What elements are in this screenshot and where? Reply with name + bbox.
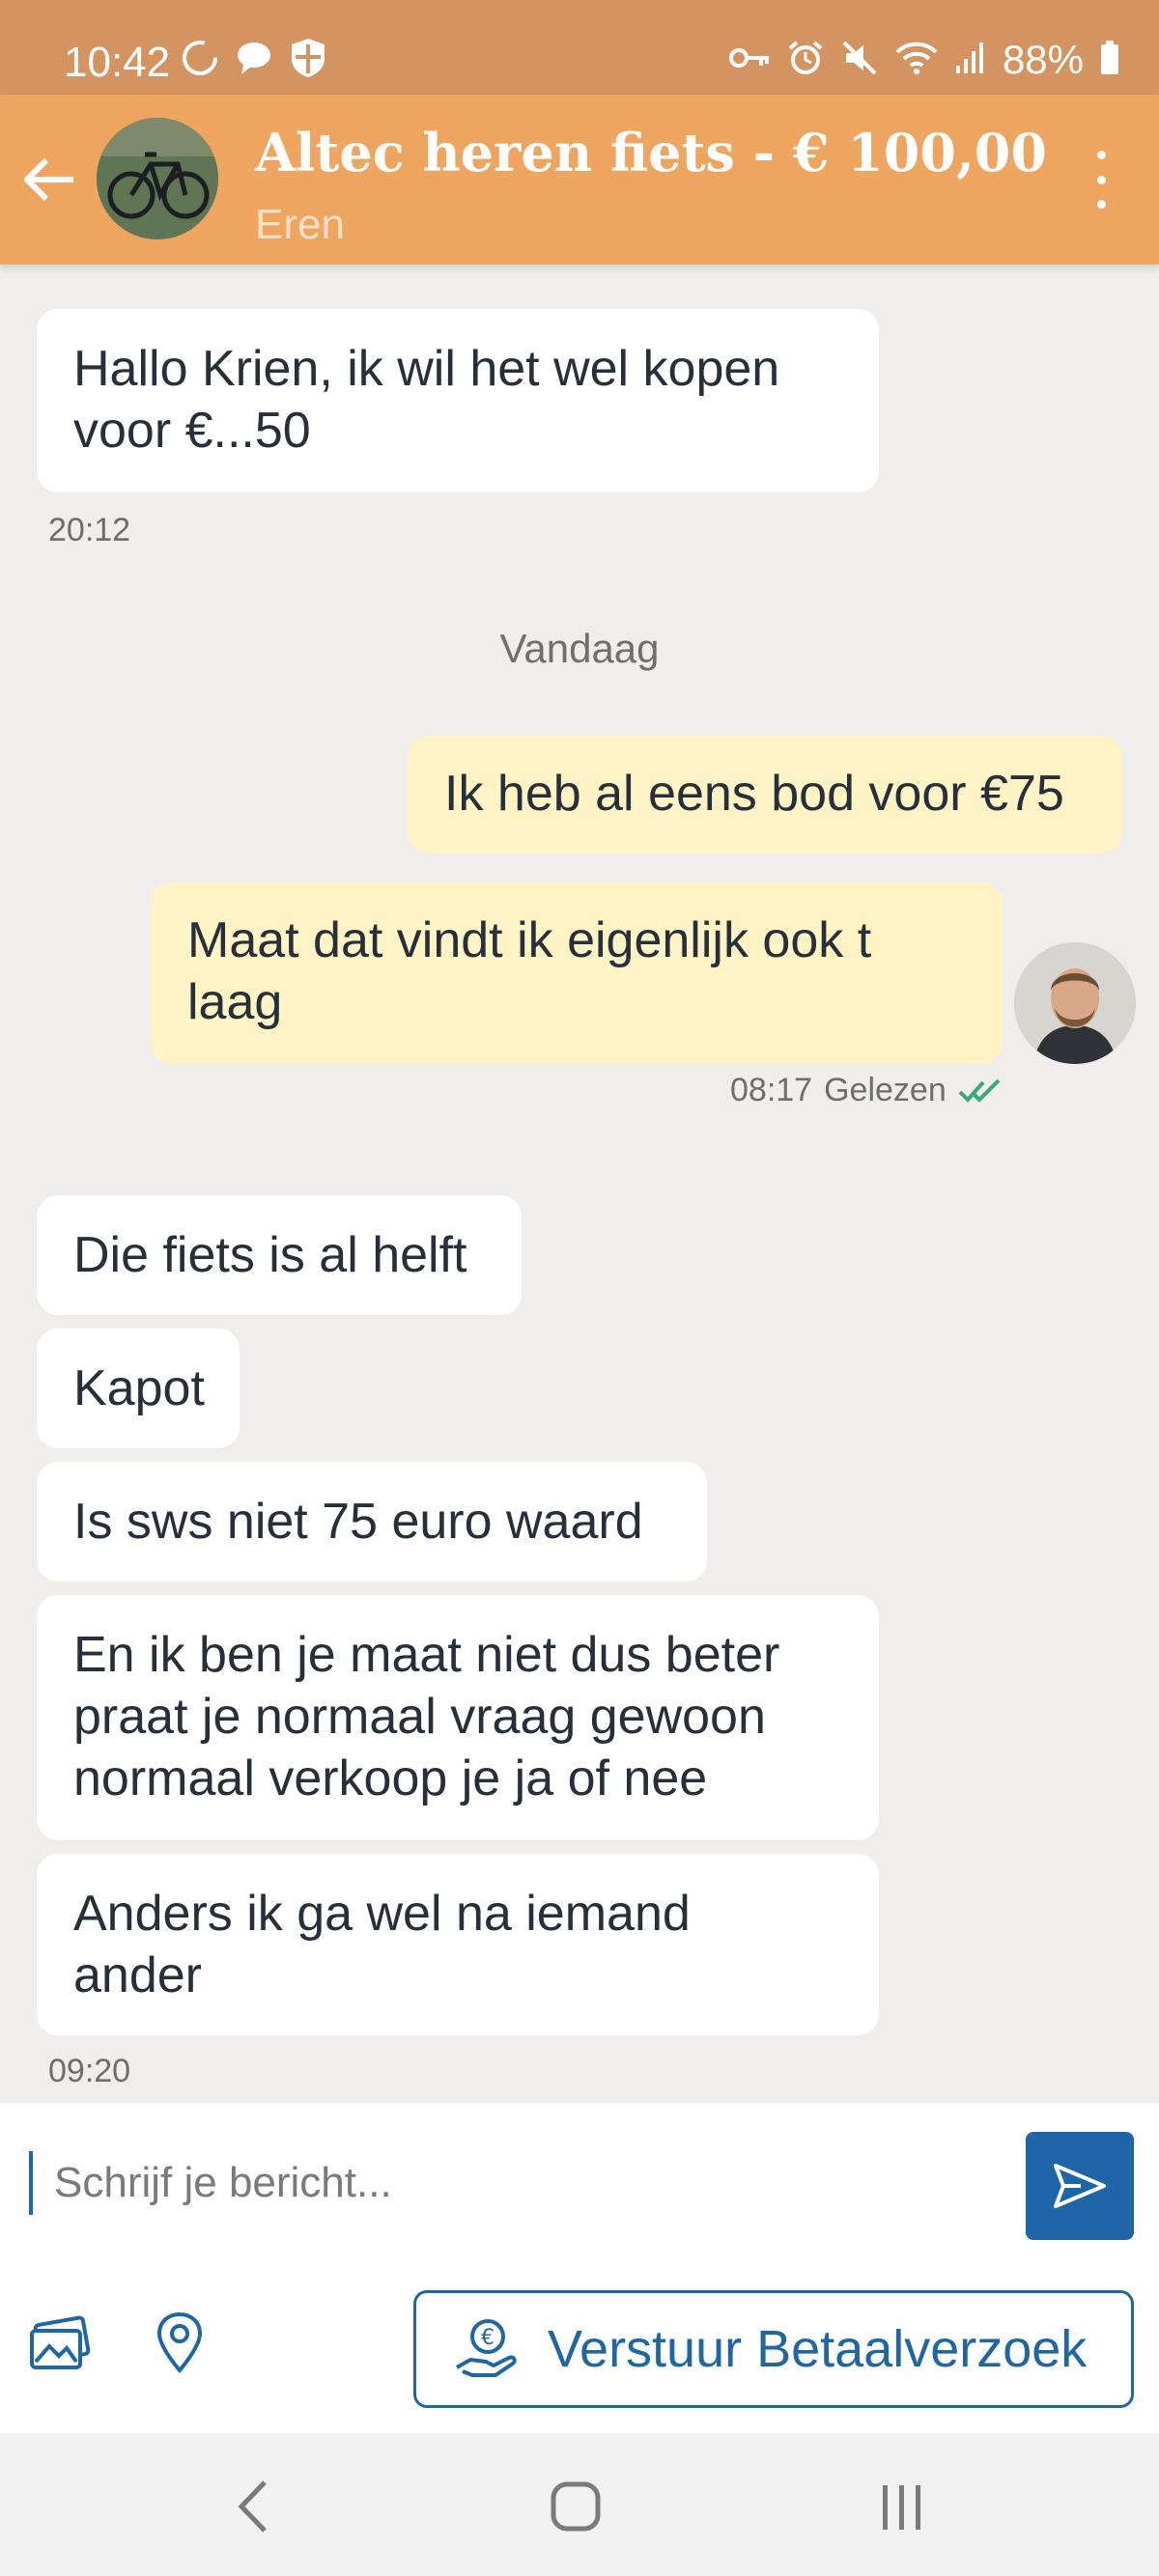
kebab-dot [1096,175,1106,184]
battery-percent: 88% [1002,37,1084,82]
send-icon [1054,2164,1106,2208]
listing-thumbnail[interactable] [97,118,218,239]
arrow-left-icon [24,157,73,202]
listing-title: Altec heren fiets - € 100,00 [255,122,1047,183]
message-bubble-incoming[interactable]: En ik ben je maat niet dus beter praat j… [37,1595,879,1840]
message-bubble-incoming[interactable]: Hallo Krien, ik wil het wel kopen voor €… [37,309,879,492]
read-status: Gelezen [824,1072,947,1108]
message-input[interactable] [29,2151,985,2215]
message-timestamp: 09:20 [48,2053,131,2089]
message-bubble-outgoing[interactable]: Maat dat vindt ik eigenlijk ook t laag [151,882,1003,1064]
read-time: 08:17 [730,1072,813,1108]
message-text: Hallo Krien, ik wil het wel kopen voor €… [73,341,780,459]
recents-icon [883,2485,920,2530]
chevron-left-icon [238,2480,267,2533]
message-bubble-incoming[interactable]: Die fiets is al helft [37,1195,522,1315]
message-text: En ik ben je maat niet dus beter praat j… [73,1627,780,1806]
status-time: 10:42 [64,39,171,86]
wifi-icon [894,39,939,82]
status-right-icons: 88% [728,37,1120,82]
nav-back-button[interactable] [214,2476,292,2537]
system-navigation-bar [0,2433,1159,2576]
message-text: Die fiets is al helft [73,1227,467,1283]
chat-icon [234,38,274,83]
mute-icon [840,39,879,82]
status-left-icons [180,38,328,79]
message-text: Kapot [73,1360,205,1416]
message-bubble-incoming[interactable]: Anders ik ga wel na iemand ander [37,1854,879,2035]
battery-icon [1099,40,1120,81]
chat-toolbar: € Verstuur Betaalverzoek [0,2263,1159,2433]
message-text: Ik heb al eens bod voor €75 [444,766,1064,822]
payment-request-button[interactable]: € Verstuur Betaalverzoek [413,2290,1134,2408]
message-bubble-outgoing[interactable]: Ik heb al eens bod voor €75 [408,736,1122,854]
message-bubble-incoming[interactable]: Is sws niet 75 euro waard [37,1462,707,1582]
my-avatar [1014,942,1136,1064]
home-icon [551,2481,601,2532]
person-photo [1014,942,1136,1064]
status-bar: 10:42 88% [0,0,1159,95]
location-pin-icon [156,2311,203,2374]
shield-icon [288,37,328,84]
double-check-icon [958,1078,1001,1103]
sync-icon [180,38,220,83]
message-text: Maat dat vindt ik eigenlijk ook t laag [187,912,872,1030]
send-button[interactable] [1026,2132,1134,2240]
gallery-icon [30,2315,91,2369]
read-receipt: 08:17 Gelezen [730,1072,1003,1109]
back-button[interactable] [15,133,85,226]
hand-coin-icon: € [453,2315,521,2383]
kebab-dot [1096,151,1106,159]
message-bubble-incoming[interactable]: Kapot [37,1329,240,1448]
nav-home-button[interactable] [537,2476,614,2537]
message-composer [0,2103,1159,2265]
location-button[interactable] [145,2306,214,2379]
alarm-icon [786,39,825,82]
contact-name: Eren [255,201,345,248]
message-text: Is sws niet 75 euro waard [73,1494,643,1550]
day-separator: Vandaag [499,626,660,671]
gallery-button[interactable] [25,2310,95,2379]
message-text: Anders ik ga wel na iemand ander [73,1886,691,2003]
payment-request-label: Verstuur Betaalverzoek [548,2320,1088,2378]
kebab-dot [1096,200,1106,209]
bicycle-photo [97,118,218,239]
message-timestamp: 20:12 [48,512,131,548]
svg-text:€: € [481,2326,495,2350]
more-options-button[interactable] [1082,151,1120,209]
key-icon [728,43,771,77]
nav-recents-button[interactable] [863,2476,941,2537]
chat-header: Altec heren fiets - € 100,00 Eren [0,95,1159,265]
signal-icon [954,41,987,80]
